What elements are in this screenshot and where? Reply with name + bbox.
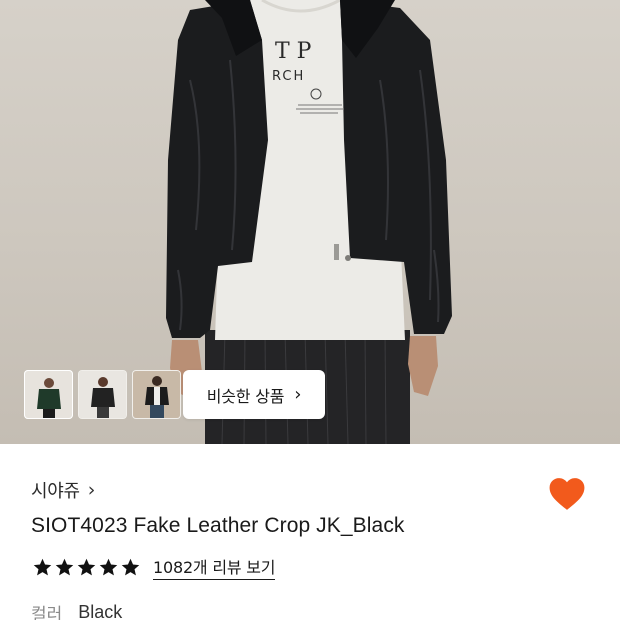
heart-icon[interactable] (548, 476, 586, 512)
star-icon (33, 558, 52, 575)
tshirt-print-line1: T P (275, 39, 312, 64)
brand-link[interactable]: 시야쥬 › (31, 477, 95, 503)
chevron-right-icon: › (87, 478, 96, 501)
thumbnail-2-image (79, 371, 126, 418)
star-icon (55, 558, 74, 575)
similar-products-label: 비슷한 상품 (206, 386, 285, 406)
review-link[interactable]: 1082개 리뷰 보기 (153, 554, 275, 580)
star-icon (77, 558, 96, 575)
thumbnail-3[interactable] (132, 370, 181, 419)
tshirt-print-line2: RCH (272, 69, 305, 84)
thumbnail-1-image (25, 371, 72, 418)
color-label: 컬러 (31, 605, 63, 620)
brand-name: 시야쥬 (31, 481, 80, 502)
product-info-section: 시야쥬 › SIOT4023 Fake Leather Crop JK_Blac… (0, 444, 620, 620)
color-option-row: 컬러 Black (31, 600, 122, 620)
thumbnail-2[interactable] (78, 370, 127, 419)
chevron-right-icon: › (294, 383, 302, 405)
similar-products-button[interactable]: 비슷한 상품 › (183, 370, 325, 419)
product-main-image[interactable]: T P RCH 비슷한 상품 › (0, 0, 620, 444)
star-icon (121, 558, 140, 575)
star-icon (99, 558, 118, 575)
thumbnail-3-image (133, 371, 180, 418)
rating-row: 1082개 리뷰 보기 (32, 554, 275, 580)
color-value: Black (78, 602, 123, 620)
thumbnail-1[interactable] (24, 370, 73, 419)
thumbnail-strip (24, 370, 181, 419)
product-title: SIOT4023 Fake Leather Crop JK_Black (31, 514, 405, 537)
star-rating (32, 557, 141, 578)
